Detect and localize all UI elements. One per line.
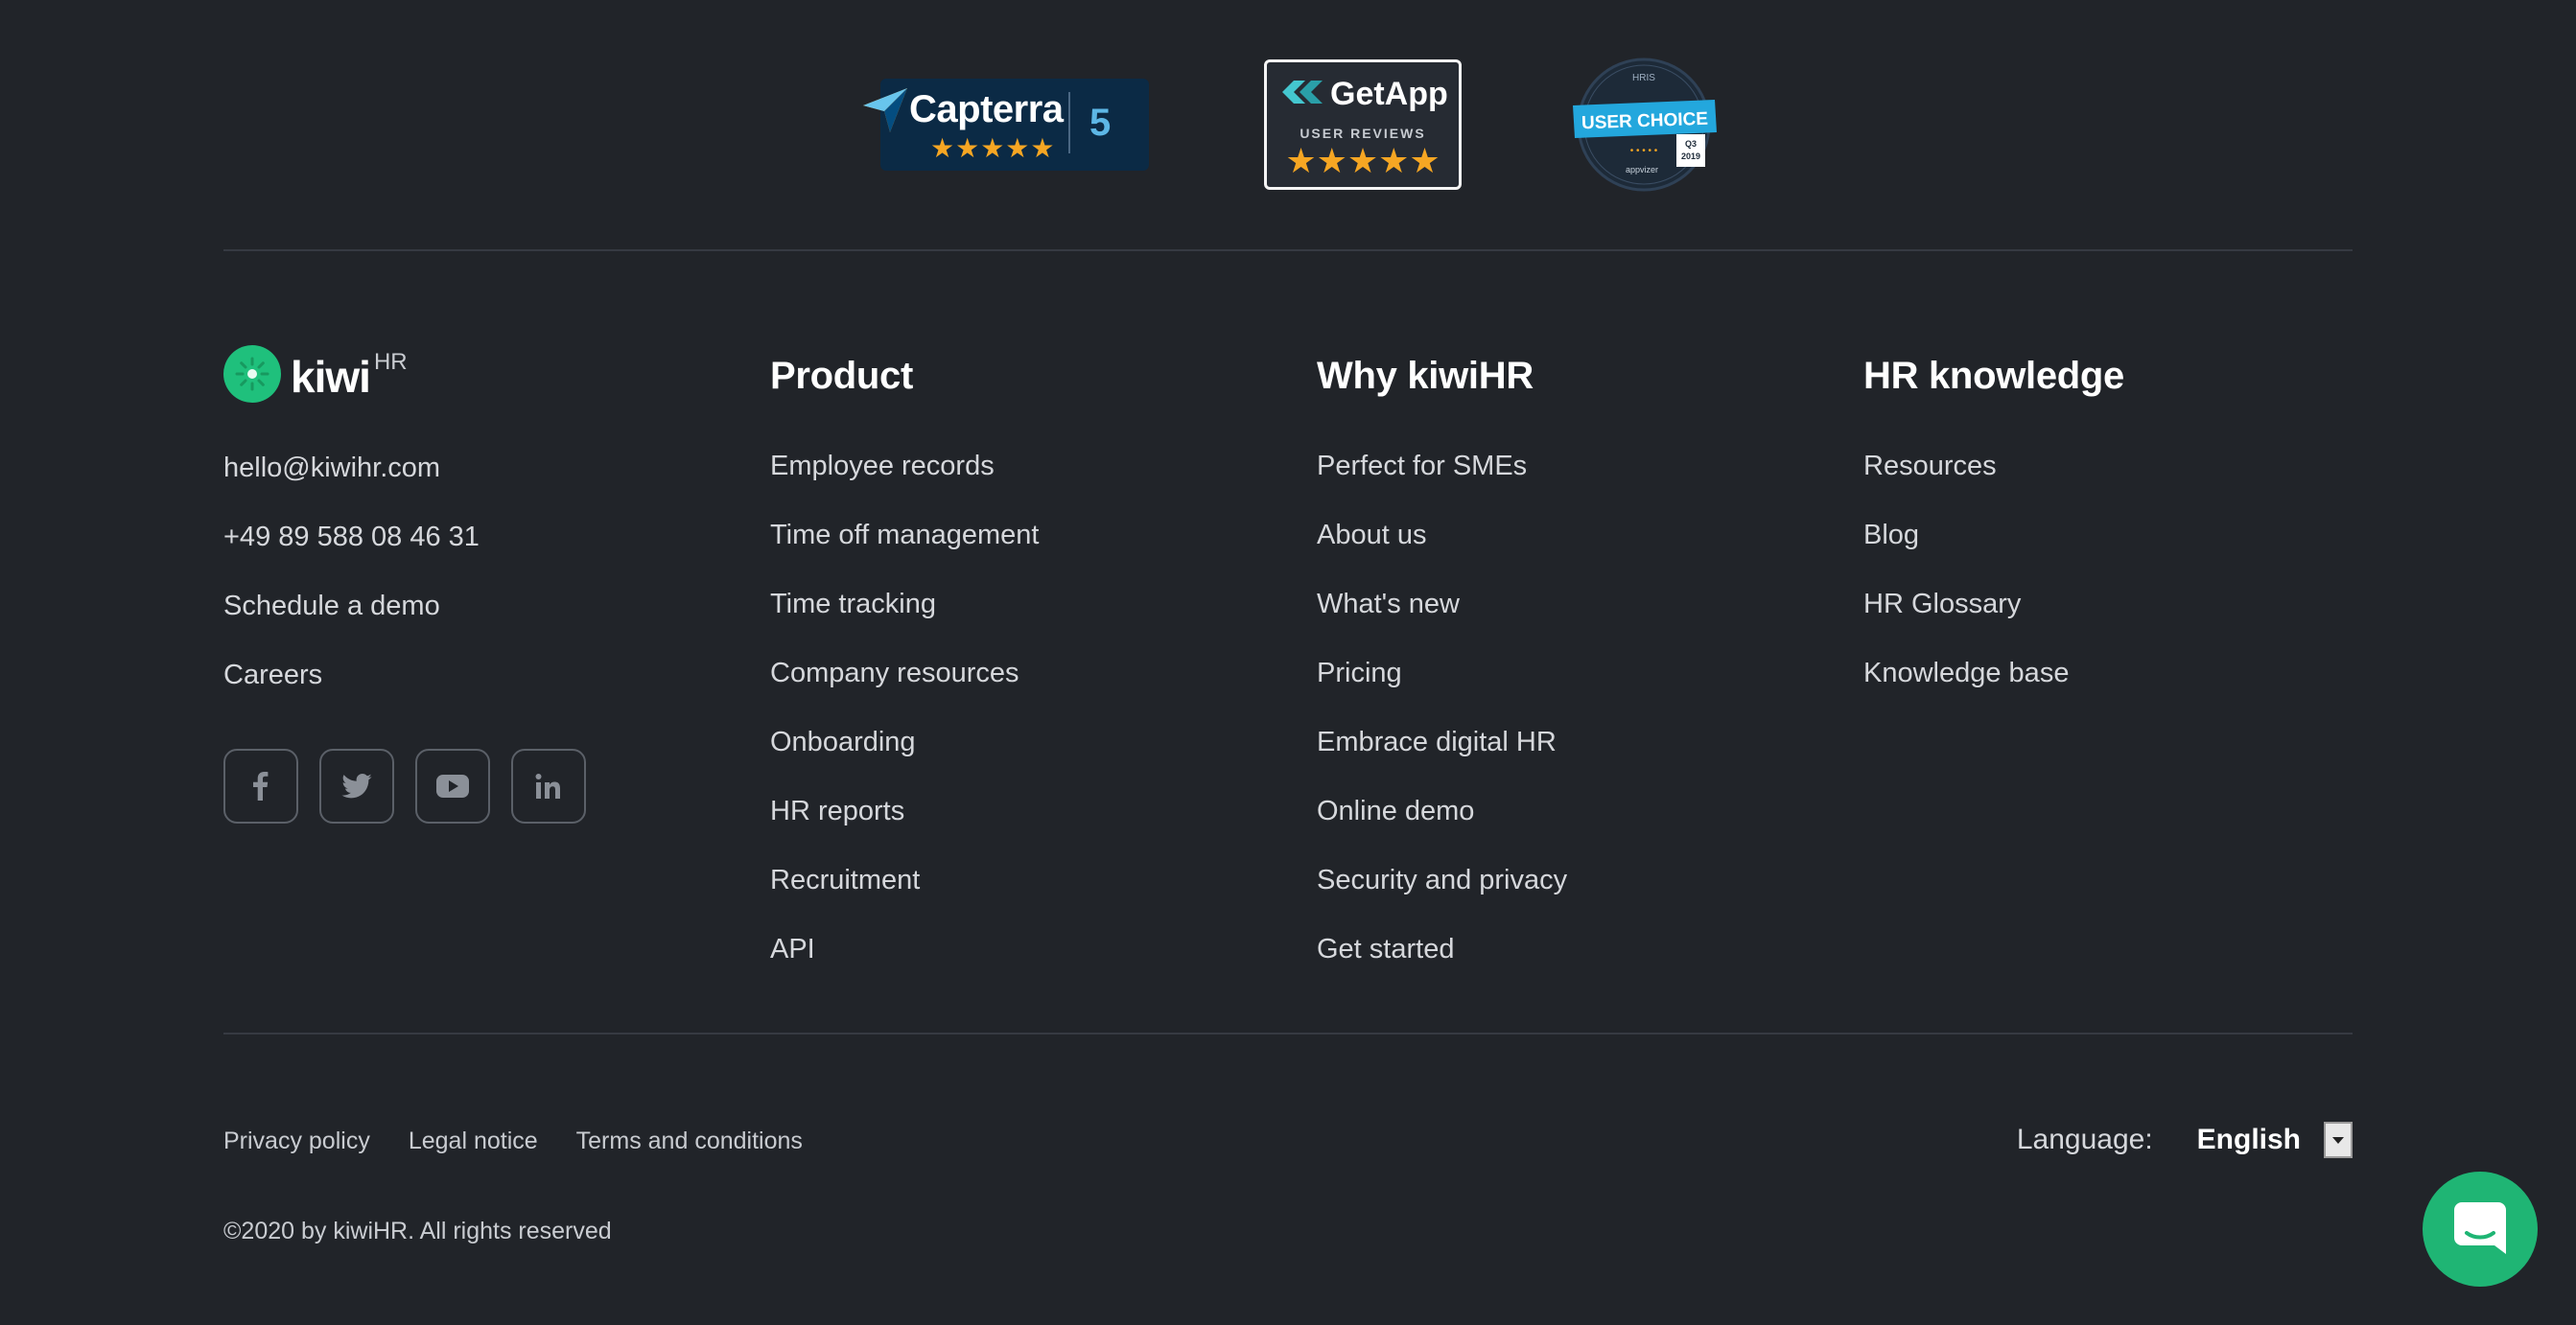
getapp-name: GetApp [1330,76,1448,112]
why-link-smes[interactable]: Perfect for SMEs [1317,449,1567,518]
product-link-time-off[interactable]: Time off management [770,518,1039,587]
why-link-digital-hr[interactable]: Embrace digital HR [1317,725,1567,794]
terms-link[interactable]: Terms and conditions [576,1127,803,1155]
getapp-logo-icon [1282,81,1323,104]
facebook-button[interactable] [223,749,298,824]
product-link-employee-records[interactable]: Employee records [770,449,1039,518]
product-link-onboarding[interactable]: Onboarding [770,725,1039,794]
award-badges: Capterra ★★★★★ 5 GetApp USER REVIEWS ★★★… [0,58,2576,192]
brand-suffix: HR [373,349,408,375]
schedule-demo-link[interactable]: Schedule a demo [223,589,480,658]
language-dropdown-button[interactable] [2324,1122,2353,1158]
why-link-security[interactable]: Security and privacy [1317,863,1567,932]
brand: kiwi HR [223,345,408,405]
product-link-recruitment[interactable]: Recruitment [770,863,1039,932]
knowledge-link-blog[interactable]: Blog [1863,518,2124,587]
knowledge-link-glossary[interactable]: HR Glossary [1863,587,2124,656]
chat-launcher-button[interactable] [2423,1172,2538,1287]
copyright-text: ©2020 by kiwiHR. All rights reserved [223,1218,612,1244]
top-divider [223,249,2353,251]
careers-link[interactable]: Careers [223,658,480,727]
brand-name: kiwi [291,352,371,402]
legal-links: Privacy policy Legal notice Terms and co… [223,1127,803,1155]
twitter-icon [341,774,372,799]
capterra-badge[interactable]: Capterra ★★★★★ 5 [861,79,1149,171]
phone-link[interactable]: +49 89 588 08 46 31 [223,520,480,589]
capterra-stars: ★★★★★ [930,133,1056,163]
user-choice-footer: appvizer [1626,165,1658,174]
language-selector: Language: English [2017,1122,2353,1158]
why-link-online-demo[interactable]: Online demo [1317,794,1567,863]
product-link-hr-reports[interactable]: HR reports [770,794,1039,863]
product-link-time-tracking[interactable]: Time tracking [770,587,1039,656]
hr-knowledge-column: HR knowledge Resources Blog HR Glossary … [1863,349,2124,725]
privacy-policy-link[interactable]: Privacy policy [223,1127,370,1155]
user-choice-badge[interactable]: HRIS USER CHOICE Q3 2019 • • • • • appvi… [1573,58,1722,192]
user-choice-seal-icon: HRIS USER CHOICE Q3 2019 • • • • • appvi… [1573,58,1717,192]
getapp-stars: ★★★★★ [1285,141,1440,180]
hr-knowledge-heading: HR knowledge [1863,355,2124,397]
email-link[interactable]: hello@kiwihr.com [223,451,480,520]
svg-text:• • • • •: • • • • • [1630,146,1658,156]
linkedin-button[interactable] [511,749,586,824]
legal-notice-link[interactable]: Legal notice [409,1127,538,1155]
why-link-get-started[interactable]: Get started [1317,932,1567,1001]
user-choice-top-text: HRIS [1632,73,1655,83]
chevron-down-icon [2332,1137,2344,1144]
kiwi-logo-icon [223,345,281,403]
getapp-subtitle: USER REVIEWS [1300,126,1426,141]
capterra-arrow-icon [863,88,907,132]
twitter-button[interactable] [319,749,394,824]
why-link-pricing[interactable]: Pricing [1317,656,1567,725]
contact-list: hello@kiwihr.com +49 89 588 08 46 31 Sch… [223,451,480,727]
chat-icon [2454,1202,2506,1254]
social-links [223,749,586,824]
linkedin-icon [535,774,560,799]
youtube-icon [436,775,469,798]
youtube-button[interactable] [415,749,490,824]
getapp-badge[interactable]: GetApp USER REVIEWS ★★★★★ [1264,59,1462,190]
knowledge-link-resources[interactable]: Resources [1863,449,2124,518]
knowledge-link-knowledge-base[interactable]: Knowledge base [1863,656,2124,725]
language-label: Language: [2016,1124,2153,1155]
why-link-whats-new[interactable]: What's new [1317,587,1567,656]
user-choice-year: 2019 [1681,151,1700,161]
user-choice-quarter: Q3 [1685,139,1697,149]
product-heading: Product [770,355,914,397]
language-value[interactable]: English [2197,1124,2301,1156]
capterra-name: Capterra [909,88,1064,130]
product-link-company-resources[interactable]: Company resources [770,656,1039,725]
product-link-api[interactable]: API [770,932,1039,1001]
why-kiwihr-heading: Why kiwiHR [1317,355,1534,397]
bottom-divider [223,1033,2353,1034]
why-link-about-us[interactable]: About us [1317,518,1567,587]
facebook-icon [253,772,269,801]
why-kiwihr-column: Why kiwiHR Perfect for SMEs About us Wha… [1317,349,1567,1001]
kiwihr-logo[interactable]: kiwi HR [223,345,408,405]
capterra-score: 5 [1089,102,1112,144]
product-column: Product Employee records Time off manage… [770,349,1039,1001]
